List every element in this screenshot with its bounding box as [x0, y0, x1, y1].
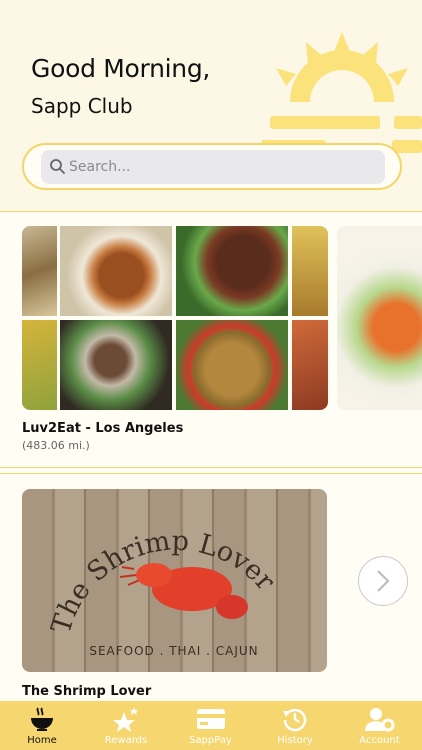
- tab-bar: Home Rewards SappPay History Account: [0, 701, 422, 750]
- search-icon: [50, 159, 65, 174]
- shrimp-icon: [119, 563, 248, 619]
- section-divider: [0, 467, 422, 468]
- next-arrow-button[interactable]: [358, 556, 408, 606]
- restaurant-name[interactable]: The Shrimp Lover: [22, 684, 151, 699]
- bowl-icon: [31, 707, 53, 731]
- restaurant-image-luv2eat[interactable]: [22, 226, 328, 410]
- user-name: Sapp Club: [31, 94, 133, 118]
- chevron-right-icon: [377, 570, 390, 592]
- stars-icon: [113, 707, 138, 732]
- restaurant-image-shrimp-lover[interactable]: The Shrimp Lover SEAFOOD . THAI . CAJUN: [22, 489, 327, 672]
- tab-account[interactable]: Account: [337, 701, 422, 750]
- tab-home[interactable]: Home: [0, 701, 84, 750]
- tab-sapppay[interactable]: SappPay: [168, 701, 253, 750]
- tab-label: Home: [27, 735, 57, 746]
- restaurant-distance: (483.06 mi.): [22, 439, 90, 452]
- tab-label: History: [277, 735, 313, 746]
- restaurant-name[interactable]: Luv2Eat - Los Angeles: [22, 421, 183, 436]
- search-box[interactable]: [41, 150, 385, 184]
- card-icon: [196, 709, 225, 729]
- svg-text:SEAFOOD . THAI . CAJUN: SEAFOOD . THAI . CAJUN: [89, 644, 258, 658]
- tab-label: Rewards: [104, 735, 148, 746]
- account-gear-icon: [364, 708, 394, 732]
- shrimp-lover-logo: The Shrimp Lover SEAFOOD . THAI . CAJUN: [46, 526, 281, 658]
- search-input[interactable]: [69, 156, 369, 178]
- greeting-text: Good Morning,: [31, 54, 211, 83]
- section-divider: [0, 473, 422, 474]
- tab-label: Account: [359, 735, 400, 746]
- tab-history[interactable]: History: [253, 701, 337, 750]
- tab-label: SappPay: [189, 735, 232, 746]
- history-icon: [283, 708, 307, 732]
- search-bar: [22, 143, 402, 190]
- restaurant-image-next[interactable]: [337, 226, 422, 410]
- section-divider: [0, 211, 422, 212]
- tab-rewards[interactable]: Rewards: [84, 701, 168, 750]
